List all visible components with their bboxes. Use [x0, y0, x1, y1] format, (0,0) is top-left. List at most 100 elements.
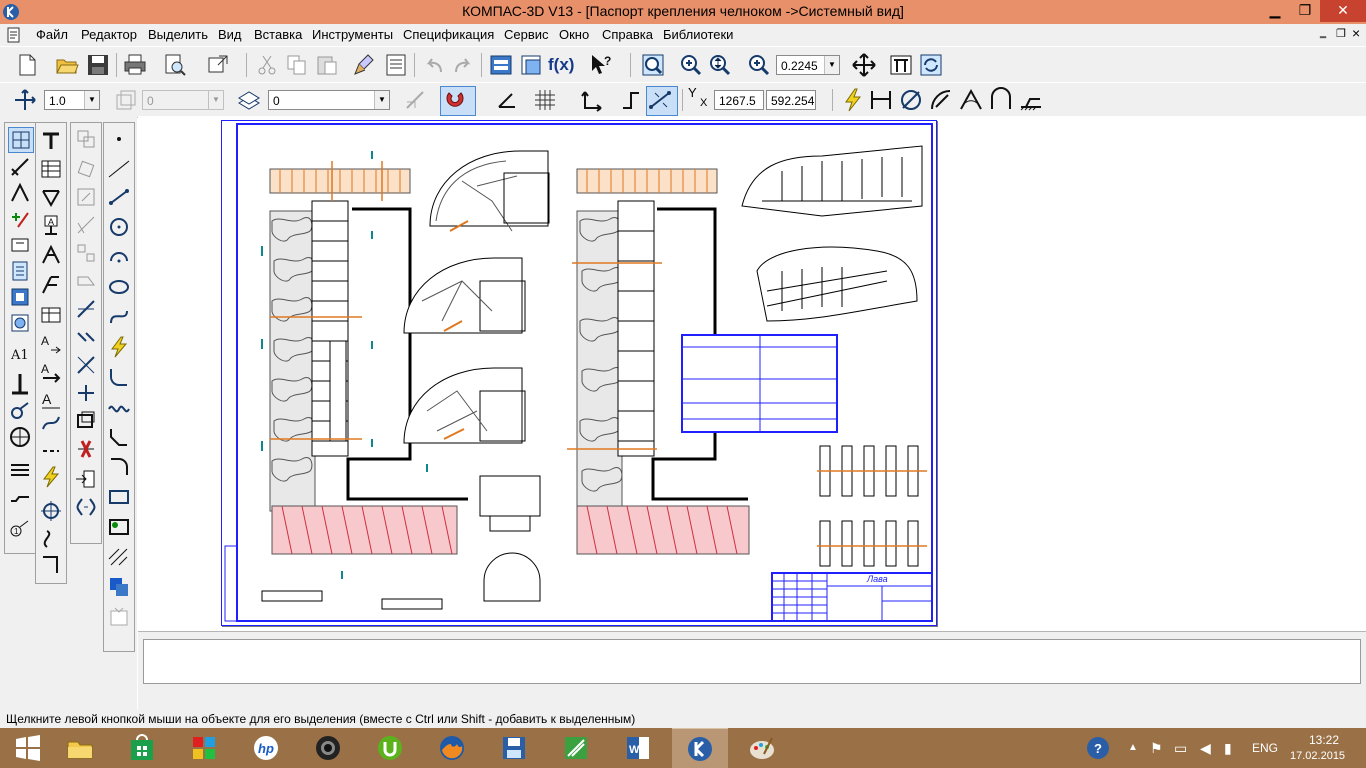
ellipse-icon[interactable] — [107, 275, 131, 299]
hp-icon[interactable]: hp — [238, 728, 294, 768]
redo-icon[interactable] — [450, 52, 476, 78]
insert-fragment-icon[interactable] — [74, 467, 98, 491]
crosshair-icon[interactable] — [39, 499, 63, 523]
dimensions-panel-icon[interactable] — [8, 155, 32, 179]
arrow-text-icon[interactable]: A — [39, 331, 63, 355]
chamfer-icon[interactable] — [107, 425, 131, 449]
menu-specification[interactable]: Спецификация — [403, 27, 494, 42]
trim-icon[interactable] — [74, 297, 98, 321]
roughness-icon[interactable] — [39, 185, 63, 209]
action-center-icon[interactable]: ⚑ — [1150, 728, 1163, 768]
segment-icon[interactable] — [107, 185, 131, 209]
angular-dimension-icon[interactable] — [958, 87, 984, 113]
zoom-window-icon[interactable] — [640, 52, 666, 78]
menu-editor[interactable]: Редактор — [81, 27, 137, 42]
lightning-tool-icon[interactable] — [39, 465, 63, 489]
angle-dropdown-icon[interactable]: ▼ — [208, 91, 223, 109]
designations-panel-icon[interactable] — [8, 181, 32, 205]
word-icon[interactable]: W — [610, 728, 666, 768]
kompas-icon[interactable] — [672, 728, 728, 768]
show-hidden-icons[interactable]: ▲ — [1128, 728, 1138, 768]
store-icon[interactable] — [114, 728, 170, 768]
polygon-icon[interactable] — [107, 515, 131, 539]
text-a1-icon[interactable]: A1 — [8, 341, 32, 365]
parametrization-panel-icon[interactable] — [8, 233, 32, 257]
zoom-scale-field[interactable]: 0.2245 ▼ — [776, 55, 840, 75]
print-icon[interactable] — [122, 52, 148, 78]
network-icon[interactable]: ▭ — [1174, 728, 1187, 768]
save-icon[interactable] — [85, 52, 111, 78]
properties-list-icon[interactable] — [383, 52, 409, 78]
menu-window[interactable]: Окно — [559, 27, 589, 42]
firefox-icon[interactable] — [424, 728, 480, 768]
grid-angle-icon[interactable] — [112, 87, 138, 113]
scale-icon[interactable] — [74, 185, 98, 209]
restore-button[interactable]: ❐ — [1290, 0, 1320, 22]
leader-icon[interactable] — [8, 371, 32, 395]
point-icon[interactable] — [107, 127, 131, 151]
volume-icon[interactable]: ◀ — [1200, 728, 1211, 768]
camera-icon[interactable] — [300, 728, 356, 768]
height-dimension-icon[interactable] — [1018, 87, 1044, 113]
grid-icon[interactable] — [532, 87, 558, 113]
zoom-dropdown-icon[interactable]: ▼ — [824, 56, 839, 74]
circle-icon[interactable] — [107, 215, 131, 239]
radial-dimension-icon[interactable] — [928, 87, 954, 113]
hatch-icon[interactable] — [107, 545, 131, 569]
linear-dimension-icon[interactable] — [868, 87, 894, 113]
show-all-icon[interactable] — [888, 52, 914, 78]
fill-icon[interactable] — [107, 575, 131, 599]
document-icon[interactable] — [6, 27, 22, 43]
auxiliary-line-icon[interactable] — [107, 157, 131, 181]
associative-views-panel-icon[interactable] — [8, 311, 32, 335]
step-dropdown-icon[interactable]: ▼ — [84, 91, 99, 109]
position-leader-icon[interactable] — [39, 273, 63, 297]
view-arrow-icon[interactable]: A — [39, 359, 63, 383]
utorrent-icon[interactable] — [362, 728, 418, 768]
rectangle-icon[interactable] — [107, 485, 131, 509]
format-brush-icon[interactable] — [352, 52, 378, 78]
new-document-icon[interactable] — [14, 52, 40, 78]
property-panel-box[interactable] — [143, 639, 1361, 684]
menu-tools[interactable]: Инструменты — [312, 27, 393, 42]
bracket-connect-icon[interactable] — [74, 495, 98, 519]
round-icon[interactable] — [618, 87, 644, 113]
pan-icon[interactable] — [851, 52, 877, 78]
spec-table-icon[interactable] — [39, 303, 63, 327]
round-corner-icon[interactable] — [107, 455, 131, 479]
array-icon[interactable] — [74, 241, 98, 265]
dashed-line-icon[interactable] — [39, 439, 63, 463]
curve-icon[interactable] — [8, 399, 32, 423]
section-line-icon[interactable] — [39, 243, 63, 267]
select-panel-icon[interactable] — [8, 285, 32, 309]
arc-dimension-icon[interactable] — [988, 87, 1014, 113]
menu-select[interactable]: Выделить — [148, 27, 208, 42]
menu-file[interactable]: Файл — [36, 27, 68, 42]
minimize-button[interactable]: ▁ — [1260, 0, 1290, 22]
measure-panel-icon[interactable] — [8, 259, 32, 283]
undo-icon[interactable] — [421, 52, 447, 78]
save-floppy-icon[interactable] — [486, 728, 542, 768]
base-icon[interactable]: A — [39, 213, 63, 237]
bracket-icon[interactable] — [8, 489, 32, 513]
clock[interactable]: 13:22 — [1302, 733, 1346, 747]
menu-insert[interactable]: Вставка — [254, 27, 302, 42]
games-icon[interactable] — [176, 728, 232, 768]
nurbs-icon[interactable] — [107, 395, 131, 419]
menu-view[interactable]: Вид — [218, 27, 242, 42]
paste-icon[interactable] — [314, 52, 340, 78]
cut-icon[interactable] — [254, 52, 280, 78]
wave-line-icon[interactable] — [39, 411, 63, 435]
diameter-dimension-icon[interactable] — [898, 87, 924, 113]
copy-icon[interactable] — [284, 52, 310, 78]
open-folder-icon[interactable] — [54, 52, 80, 78]
corner-icon[interactable] — [39, 553, 63, 577]
layers-icon[interactable] — [236, 87, 262, 113]
angle-field[interactable]: 0 ▼ — [142, 90, 224, 110]
language-indicator[interactable]: ENG — [1252, 728, 1278, 768]
geometry-panel-icon[interactable] — [8, 127, 34, 153]
deform-icon[interactable] — [74, 269, 98, 293]
globe-icon[interactable] — [8, 425, 32, 449]
copy-transform-icon[interactable] — [74, 127, 98, 151]
coord-y-field[interactable]: 592.254 — [766, 90, 816, 110]
